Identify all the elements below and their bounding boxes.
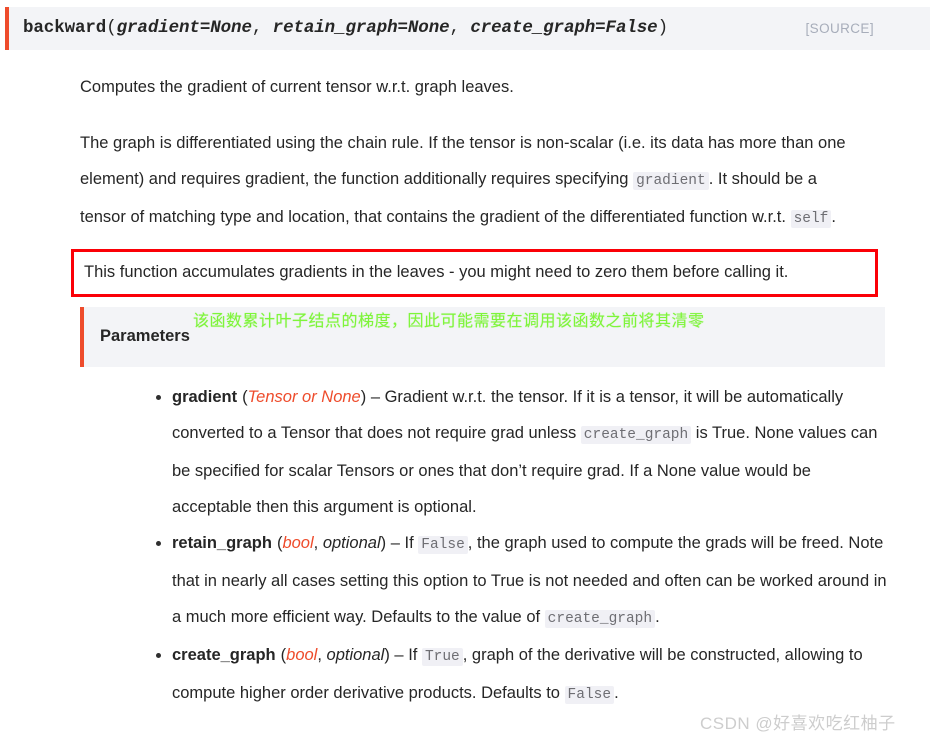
retain-graph-dash: – [386,534,405,552]
retain-graph-desc-a: If [404,534,419,552]
create-graph-desc-c: . [614,684,619,702]
retain-graph-desc-c: . [655,608,660,626]
function-signature: backward(gradient=None, retain_graph=Non… [23,18,668,38]
create-graph-type-primary: bool [286,646,318,664]
create-graph-desc-a: If [408,646,422,664]
parameter-name-create-graph: create_graph [172,646,276,664]
parameter-name-gradient: gradient [172,388,238,406]
signature-sep-2: , [449,18,471,38]
csdn-watermark: CSDN @好喜欢吃红柚子 [700,714,896,733]
retain-graph-type-join: , [313,534,323,552]
red-highlight-box: This function accumulates gradients in t… [71,249,878,297]
chinese-annotation-note: 该函数累计叶子结点的梯度，因此可能需要在调用该函数之前将其清零 [193,313,705,330]
gradient-type-primary: Tensor [247,388,298,406]
parameter-item-gradient: gradient (Tensor or None) – Gradient w.r.… [156,379,887,525]
retain-graph-type-secondary: optional [322,534,381,552]
inline-code-gradient: gradient [633,172,709,190]
inline-code-false-1: False [418,536,468,554]
signature-param-gradient: gradient=None [116,18,252,38]
create-graph-type-join: , [317,646,327,664]
gradient-type-open: ( [242,388,248,406]
highlight-row: This function accumulates gradients in t… [71,249,878,307]
inline-code-true-1: True [421,648,463,666]
create-graph-type-secondary: optional [326,646,385,664]
retain-graph-type-open: ( [276,534,283,552]
retain-graph-type-primary: bool [282,534,314,552]
parameter-name-retain-graph: retain_graph [172,534,272,552]
signature-param-retain-graph: retain_graph=None [272,18,450,38]
create-graph-dash: – [389,646,409,664]
inline-code-create-graph-2: create_graph [544,610,656,628]
function-name: backward [23,18,107,38]
paragraph-detail: The graph is differentiated using the ch… [80,125,855,237]
parameter-item-retain-graph: retain_graph (bool, optional) – If False,… [156,525,887,637]
signature-close-paren: ) [657,18,669,38]
parameter-list: gradient (Tensor or None) – Gradient w.r.… [0,379,935,713]
create-graph-type-open: ( [280,646,287,664]
inline-code-false-2: False [564,686,615,704]
paragraph-summary: Computes the gradient of current tensor … [80,78,514,96]
parameter-item-create-graph: create_graph (bool, optional) – If True, … [156,637,887,713]
gradient-type-join: or [297,388,322,406]
inline-code-create-graph-1: create_graph [580,426,692,444]
doc-body: Computes the gradient of current tensor … [0,50,878,307]
signature-param-create-graph: create_graph=False [470,18,658,38]
gradient-type-secondary: None [321,388,361,406]
gradient-dash: – [366,388,385,406]
signature-open-paren: ( [106,18,117,38]
function-signature-header: backward(gradient=None, retain_graph=Non… [5,7,930,50]
inline-code-self: self [790,210,832,228]
source-link[interactable]: [SOURCE] [806,21,914,36]
paragraph-detail-text-c: . [831,208,836,226]
signature-sep-1: , [251,18,273,38]
highlight-text: This function accumulates gradients in t… [84,263,789,281]
